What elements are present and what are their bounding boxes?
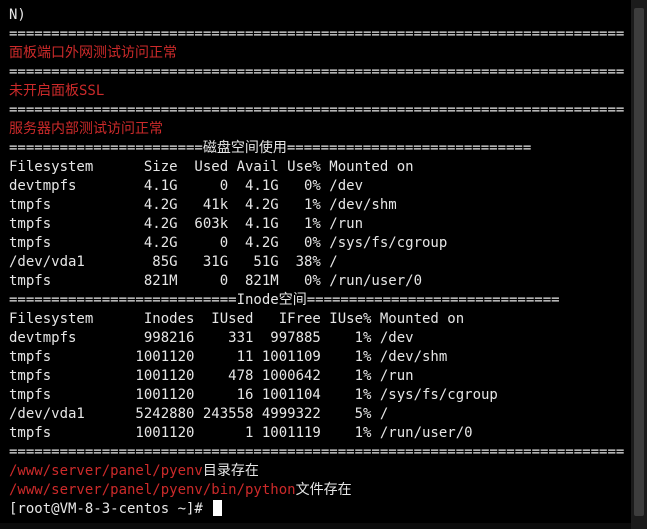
df-row: devtmpfs 4.1G 0 4.1G 0% /dev <box>9 178 364 194</box>
df-row: tmpfs 821M 0 821M 0% /run/user/0 <box>9 273 423 289</box>
df-row: tmpfs 4.2G 0 4.2G 0% /sys/fs/cgroup <box>9 235 448 251</box>
df-header: Filesystem Size Used Avail Use% Mounted … <box>9 159 414 175</box>
scrollbar-thumb[interactable] <box>634 8 644 516</box>
separator-line: ========================================… <box>9 26 625 42</box>
python-file-status: /www/server/panel/pyenv/bin/python文件存在 <box>9 481 629 500</box>
pyenv-path: /www/server/panel/pyenv <box>9 463 203 479</box>
terminal-output: N) =====================================… <box>9 6 629 519</box>
ssl-status: 未开启面板SSL <box>9 83 105 99</box>
inode-row: tmpfs 1001120 11 1001109 1% /dev/shm <box>9 349 448 365</box>
command-prompt-line[interactable]: [root@VM-8-3-centos ~]# <box>9 500 629 519</box>
text-cursor <box>213 500 223 516</box>
terminal-window[interactable]: N) =====================================… <box>0 0 647 529</box>
pyenv-dir-status: /www/server/panel/pyenv目录存在 <box>9 462 629 481</box>
vertical-scrollbar[interactable] <box>631 0 647 529</box>
pyenv-exists-msg: 目录存在 <box>202 463 259 479</box>
disk-usage-separator: =======================磁盘空间使用===========… <box>9 140 532 156</box>
inode-row: tmpfs 1001120 1 1001119 1% /run/user/0 <box>9 425 473 441</box>
df-row: tmpfs 4.2G 41k 4.2G 1% /dev/shm <box>9 197 397 213</box>
port-external-status: 面板端口外网测试访问正常 <box>9 45 177 61</box>
inode-row: tmpfs 1001120 16 1001104 1% /sys/fs/cgro… <box>9 387 498 403</box>
internal-access-status: 服务器内部测试访问正常 <box>9 121 163 137</box>
python-exists-msg: 文件存在 <box>295 482 352 498</box>
inode-header: Filesystem Inodes IUsed IFree IUse% Moun… <box>9 311 465 327</box>
separator-line: ========================================… <box>9 444 625 460</box>
inode-row: /dev/vda1 5242880 243558 4999322 5% / <box>9 406 389 422</box>
df-row: tmpfs 4.2G 603k 4.1G 1% /run <box>9 216 364 232</box>
bottom-edge <box>0 523 631 529</box>
separator-line: ========================================… <box>9 64 625 80</box>
inode-separator: ===========================Inode空间======… <box>9 292 560 308</box>
df-row: /dev/vda1 85G 31G 51G 38% / <box>9 254 338 270</box>
inode-row: devtmpfs 998216 331 997885 1% /dev <box>9 330 414 346</box>
inode-row: tmpfs 1001120 478 1000642 1% /run <box>9 368 414 384</box>
python-path: /www/server/panel/pyenv/bin/python <box>9 482 296 498</box>
shell-prompt: [root@VM-8-3-centos ~]# <box>9 501 212 517</box>
separator-line: ========================================… <box>9 102 625 118</box>
output-line: N) <box>9 7 26 23</box>
